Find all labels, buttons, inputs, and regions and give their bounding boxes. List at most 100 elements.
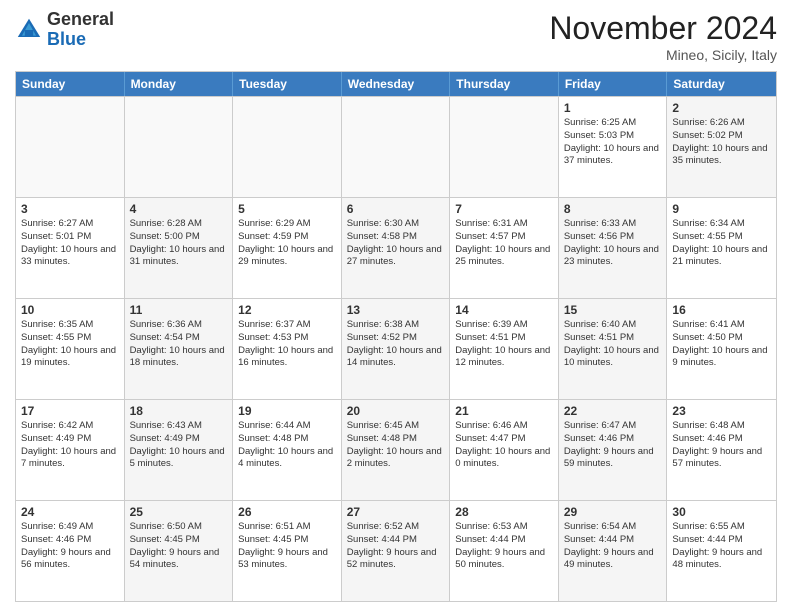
calendar-cell-r3-c5: 22 Sunrise: 6:47 AM Sunset: 4:46 PM Dayli…: [559, 400, 668, 500]
calendar-body: 1 Sunrise: 6:25 AM Sunset: 5:03 PM Daylig…: [16, 96, 776, 601]
cell-text: Sunrise: 6:41 AM Sunset: 4:50 PM Dayligh…: [672, 319, 771, 370]
day-number: 14: [455, 303, 553, 317]
cell-text: Sunrise: 6:45 AM Sunset: 4:48 PM Dayligh…: [347, 420, 445, 471]
calendar-cell-r2-c6: 16 Sunrise: 6:41 AM Sunset: 4:50 PM Dayli…: [667, 299, 776, 399]
day-number: 4: [130, 202, 228, 216]
calendar-row-4: 24Sunrise: 6:49 AM Sunset: 4:46 PM Dayli…: [16, 500, 776, 601]
calendar-row-2: 10 Sunrise: 6:35 AM Sunset: 4:55 PM Dayli…: [16, 298, 776, 399]
day-number: 2: [672, 101, 771, 115]
cell-text: Sunrise: 6:49 AM Sunset: 4:46 PM Dayligh…: [21, 521, 119, 572]
calendar-cell-r1-c3: 6 Sunrise: 6:30 AM Sunset: 4:58 PM Daylig…: [342, 198, 451, 298]
page: General Blue November 2024 Mineo, Sicily…: [0, 0, 792, 612]
day-number: 6: [347, 202, 445, 216]
header-thursday: Thursday: [450, 72, 559, 96]
calendar-cell-r3-c6: 23 Sunrise: 6:48 AM Sunset: 4:46 PM Dayli…: [667, 400, 776, 500]
header-saturday: Saturday: [667, 72, 776, 96]
calendar-row-1: 3 Sunrise: 6:27 AM Sunset: 5:01 PM Daylig…: [16, 197, 776, 298]
calendar-row-3: 17 Sunrise: 6:42 AM Sunset: 4:49 PM Dayli…: [16, 399, 776, 500]
day-number: 11: [130, 303, 228, 317]
day-number: 19: [238, 404, 336, 418]
cell-text: Sunrise: 6:47 AM Sunset: 4:46 PM Dayligh…: [564, 420, 662, 471]
calendar-cell-r0-c3: [342, 97, 451, 197]
calendar-cell-r1-c5: 8 Sunrise: 6:33 AM Sunset: 4:56 PM Daylig…: [559, 198, 668, 298]
calendar-cell-r3-c2: 19Sunrise: 6:44 AM Sunset: 4:48 PM Dayli…: [233, 400, 342, 500]
cell-text: Sunrise: 6:33 AM Sunset: 4:56 PM Dayligh…: [564, 218, 662, 269]
day-number: 18: [130, 404, 228, 418]
calendar-cell-r0-c1: [125, 97, 234, 197]
cell-text: Sunrise: 6:28 AM Sunset: 5:00 PM Dayligh…: [130, 218, 228, 269]
day-number: 30: [672, 505, 771, 519]
calendar-cell-r2-c5: 15 Sunrise: 6:40 AM Sunset: 4:51 PM Dayli…: [559, 299, 668, 399]
day-number: 3: [21, 202, 119, 216]
day-number: 16: [672, 303, 771, 317]
cell-text: Sunrise: 6:55 AM Sunset: 4:44 PM Dayligh…: [672, 521, 771, 572]
cell-text: Sunrise: 6:52 AM Sunset: 4:44 PM Dayligh…: [347, 521, 445, 572]
title-block: November 2024 Mineo, Sicily, Italy: [549, 10, 777, 63]
cell-text: Sunrise: 6:34 AM Sunset: 4:55 PM Dayligh…: [672, 218, 771, 269]
day-number: 23: [672, 404, 771, 418]
day-number: 21: [455, 404, 553, 418]
calendar-cell-r3-c0: 17 Sunrise: 6:42 AM Sunset: 4:49 PM Dayli…: [16, 400, 125, 500]
calendar-cell-r3-c4: 21 Sunrise: 6:46 AM Sunset: 4:47 PM Dayli…: [450, 400, 559, 500]
header-monday: Monday: [125, 72, 234, 96]
day-number: 17: [21, 404, 119, 418]
day-number: 8: [564, 202, 662, 216]
cell-text: Sunrise: 6:54 AM Sunset: 4:44 PM Dayligh…: [564, 521, 662, 572]
cell-text: Sunrise: 6:53 AM Sunset: 4:44 PM Dayligh…: [455, 521, 553, 572]
cell-text: Sunrise: 6:29 AM Sunset: 4:59 PM Dayligh…: [238, 218, 336, 269]
cell-text: Sunrise: 6:25 AM Sunset: 5:03 PM Dayligh…: [564, 117, 662, 168]
cell-text: Sunrise: 6:39 AM Sunset: 4:51 PM Dayligh…: [455, 319, 553, 370]
calendar-cell-r2-c0: 10 Sunrise: 6:35 AM Sunset: 4:55 PM Dayli…: [16, 299, 125, 399]
day-number: 15: [564, 303, 662, 317]
cell-text: Sunrise: 6:43 AM Sunset: 4:49 PM Dayligh…: [130, 420, 228, 471]
day-number: 12: [238, 303, 336, 317]
cell-text: Sunrise: 6:35 AM Sunset: 4:55 PM Dayligh…: [21, 319, 119, 370]
calendar-cell-r4-c4: 28Sunrise: 6:53 AM Sunset: 4:44 PM Dayli…: [450, 501, 559, 601]
cell-text: Sunrise: 6:40 AM Sunset: 4:51 PM Dayligh…: [564, 319, 662, 370]
day-number: 22: [564, 404, 662, 418]
day-number: 7: [455, 202, 553, 216]
calendar-cell-r3-c1: 18 Sunrise: 6:43 AM Sunset: 4:49 PM Dayli…: [125, 400, 234, 500]
calendar-cell-r1-c2: 5Sunrise: 6:29 AM Sunset: 4:59 PM Daylig…: [233, 198, 342, 298]
logo-blue: Blue: [47, 29, 86, 49]
cell-text: Sunrise: 6:42 AM Sunset: 4:49 PM Dayligh…: [21, 420, 119, 471]
header-tuesday: Tuesday: [233, 72, 342, 96]
day-number: 20: [347, 404, 445, 418]
location: Mineo, Sicily, Italy: [549, 47, 777, 63]
cell-text: Sunrise: 6:38 AM Sunset: 4:52 PM Dayligh…: [347, 319, 445, 370]
month-title: November 2024: [549, 10, 777, 47]
cell-text: Sunrise: 6:51 AM Sunset: 4:45 PM Dayligh…: [238, 521, 336, 572]
day-number: 27: [347, 505, 445, 519]
calendar-cell-r0-c0: [16, 97, 125, 197]
header-friday: Friday: [559, 72, 668, 96]
calendar-cell-r2-c4: 14 Sunrise: 6:39 AM Sunset: 4:51 PM Dayli…: [450, 299, 559, 399]
calendar-cell-r1-c1: 4 Sunrise: 6:28 AM Sunset: 5:00 PM Daylig…: [125, 198, 234, 298]
day-number: 10: [21, 303, 119, 317]
cell-text: Sunrise: 6:30 AM Sunset: 4:58 PM Dayligh…: [347, 218, 445, 269]
cell-text: Sunrise: 6:48 AM Sunset: 4:46 PM Dayligh…: [672, 420, 771, 471]
calendar-cell-r4-c0: 24Sunrise: 6:49 AM Sunset: 4:46 PM Dayli…: [16, 501, 125, 601]
header-wednesday: Wednesday: [342, 72, 451, 96]
cell-text: Sunrise: 6:46 AM Sunset: 4:47 PM Dayligh…: [455, 420, 553, 471]
header-sunday: Sunday: [16, 72, 125, 96]
calendar-cell-r0-c2: [233, 97, 342, 197]
calendar-row-0: 1 Sunrise: 6:25 AM Sunset: 5:03 PM Daylig…: [16, 96, 776, 197]
calendar-cell-r3-c3: 20 Sunrise: 6:45 AM Sunset: 4:48 PM Dayli…: [342, 400, 451, 500]
calendar-cell-r4-c3: 27 Sunrise: 6:52 AM Sunset: 4:44 PM Dayli…: [342, 501, 451, 601]
logo-text: General Blue: [47, 10, 114, 50]
day-number: 1: [564, 101, 662, 115]
calendar: Sunday Monday Tuesday Wednesday Thursday…: [15, 71, 777, 602]
cell-text: Sunrise: 6:27 AM Sunset: 5:01 PM Dayligh…: [21, 218, 119, 269]
calendar-cell-r1-c0: 3 Sunrise: 6:27 AM Sunset: 5:01 PM Daylig…: [16, 198, 125, 298]
header: General Blue November 2024 Mineo, Sicily…: [15, 10, 777, 63]
calendar-cell-r0-c6: 2Sunrise: 6:26 AM Sunset: 5:02 PM Daylig…: [667, 97, 776, 197]
day-number: 25: [130, 505, 228, 519]
calendar-cell-r1-c6: 9Sunrise: 6:34 AM Sunset: 4:55 PM Daylig…: [667, 198, 776, 298]
day-number: 26: [238, 505, 336, 519]
logo-text-block: General Blue: [47, 10, 114, 50]
logo-icon: [15, 16, 43, 44]
calendar-cell-r2-c3: 13Sunrise: 6:38 AM Sunset: 4:52 PM Dayli…: [342, 299, 451, 399]
calendar-cell-r4-c5: 29Sunrise: 6:54 AM Sunset: 4:44 PM Dayli…: [559, 501, 668, 601]
calendar-cell-r2-c2: 12Sunrise: 6:37 AM Sunset: 4:53 PM Dayli…: [233, 299, 342, 399]
calendar-cell-r0-c5: 1 Sunrise: 6:25 AM Sunset: 5:03 PM Daylig…: [559, 97, 668, 197]
